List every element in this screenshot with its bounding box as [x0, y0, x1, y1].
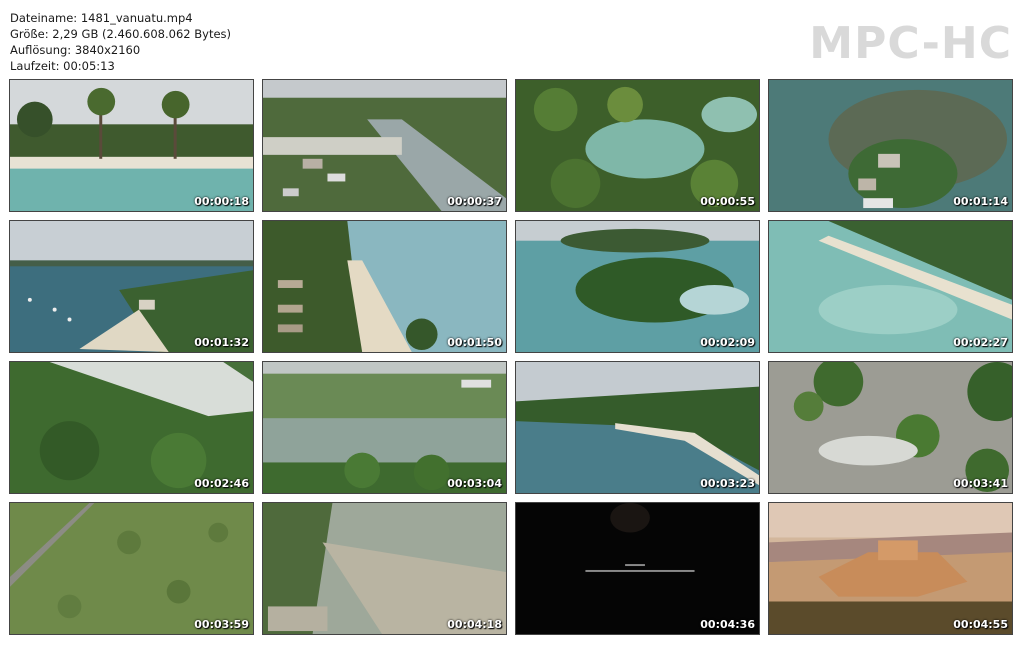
river-town-image	[263, 362, 506, 493]
timestamp: 00:02:09	[700, 336, 755, 349]
timestamp: 00:03:41	[953, 477, 1008, 490]
timestamp: 00:00:55	[700, 195, 755, 208]
timestamp: 00:03:23	[700, 477, 755, 490]
thumbnail[interactable]: 00:01:14	[768, 79, 1013, 212]
thumbnail[interactable]: 00:00:18	[9, 79, 254, 212]
resolution-label: Auflösung: 3840x2160	[10, 43, 141, 57]
thumbnail[interactable]: 00:01:50	[262, 220, 507, 353]
mpc-hc-logo: MPC-HC	[809, 18, 1012, 69]
forest-lagoon-image	[516, 80, 759, 211]
thumbnail[interactable]: 00:04:36	[515, 502, 760, 635]
timestamp: 00:01:14	[953, 195, 1008, 208]
coast-resort-image	[263, 221, 506, 352]
beach-palms-image	[10, 80, 253, 211]
thumbnail[interactable]: 00:04:18	[262, 502, 507, 635]
dark-credits-image	[516, 503, 759, 634]
palm-plantation-image	[10, 503, 253, 634]
thumbnail[interactable]: 00:04:55	[768, 502, 1013, 635]
turquoise-shore-image	[769, 221, 1012, 352]
bay-boats-image	[10, 221, 253, 352]
timestamp: 00:00:37	[447, 195, 502, 208]
reef-island-image	[769, 80, 1012, 211]
timestamp: 00:04:55	[953, 618, 1008, 631]
hazy-aerial-image	[263, 503, 506, 634]
acropolis-image	[769, 503, 1012, 634]
timestamp: 00:00:18	[194, 195, 249, 208]
timestamp: 00:02:27	[953, 336, 1008, 349]
file-info: Dateiname: 1481_vanuatu.mp4 Größe: 2,29 …	[10, 10, 231, 74]
timestamp: 00:01:50	[447, 336, 502, 349]
thumbnail[interactable]: 00:02:27	[768, 220, 1013, 353]
green-island-image	[516, 221, 759, 352]
thumbnail[interactable]: 00:03:59	[9, 502, 254, 635]
thumbnail[interactable]: 00:01:32	[9, 220, 254, 353]
timestamp: 00:02:46	[194, 477, 249, 490]
thumbnail[interactable]: 00:03:41	[768, 361, 1013, 494]
river-aerial-image	[263, 80, 506, 211]
river-rapids-image	[769, 362, 1012, 493]
thumbnail-grid: 00:00:18 00:00:37 00:00:55 00:01:14 00:0…	[9, 79, 1014, 635]
duration-label: Laufzeit: 00:05:13	[10, 59, 115, 73]
forest-hillside-image	[10, 362, 253, 493]
timestamp: 00:04:36	[700, 618, 755, 631]
thumbnail[interactable]: 00:03:23	[515, 361, 760, 494]
cove-image	[516, 362, 759, 493]
thumbnail[interactable]: 00:00:55	[515, 79, 760, 212]
timestamp: 00:03:59	[194, 618, 249, 631]
timestamp: 00:01:32	[194, 336, 249, 349]
timestamp: 00:04:18	[447, 618, 502, 631]
thumbnail[interactable]: 00:02:09	[515, 220, 760, 353]
filesize-label: Größe: 2,29 GB (2.460.608.062 Bytes)	[10, 27, 232, 41]
filename-label: Dateiname: 1481_vanuatu.mp4	[10, 11, 193, 25]
timestamp: 00:03:04	[447, 477, 502, 490]
thumbnail[interactable]: 00:03:04	[262, 361, 507, 494]
thumbnail[interactable]: 00:00:37	[262, 79, 507, 212]
thumbnail[interactable]: 00:02:46	[9, 361, 254, 494]
